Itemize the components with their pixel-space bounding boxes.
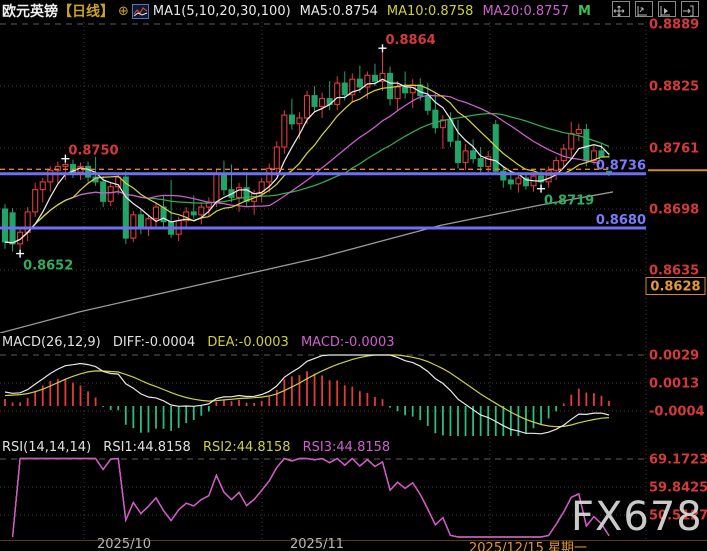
chart-toolbar — [612, 1, 699, 21]
svg-text:0.0029: 0.0029 — [649, 349, 699, 364]
exit-fullscreen-icon[interactable] — [681, 1, 699, 17]
rsi-panel-header: RSI(14,14,14) RSI1:44.8158 RSI2:44.8158 … — [2, 440, 390, 455]
macd-histogram — [5, 371, 609, 436]
svg-text:69.1723: 69.1723 — [649, 453, 707, 468]
svg-text:0.8628: 0.8628 — [650, 280, 700, 295]
pan-move-icon[interactable] — [612, 1, 630, 17]
trading-chart-app: 0.88890.88250.87610.86980.86350.00290.00… — [0, 0, 707, 551]
chart-header: 欧元英镑 【日线】 ⊕ MA1(5,10,20,30,100) MA5:0.87… — [0, 0, 707, 22]
svg-text:0.8635: 0.8635 — [649, 264, 699, 279]
x-axis-label-oct: 2025/10 — [97, 537, 151, 551]
ma30-value-label: M — [578, 4, 591, 19]
svg-text:0.8698: 0.8698 — [649, 203, 699, 218]
period-label: 【日线】 — [58, 1, 114, 21]
price-markers: 0.8750 0.8864 0.8652 0.8719 — [16, 33, 594, 273]
svg-text:0.8652: 0.8652 — [23, 259, 73, 274]
svg-text:0.8680: 0.8680 — [596, 213, 646, 228]
axis-labels: 0.88890.88250.87610.86980.86350.00290.00… — [649, 18, 707, 524]
ma20-value-label: MA20:0.8757 — [482, 4, 569, 19]
playback-chart-icon[interactable] — [658, 1, 676, 17]
chart-canvas[interactable]: 0.88890.88250.87610.86980.86350.00290.00… — [0, 0, 707, 551]
ma5-value-label: MA5:0.8754 — [300, 4, 378, 19]
gridlines — [0, 22, 707, 541]
rsi3-label: RSI3:44.8158 — [303, 440, 391, 455]
macd-diff-label: DIFF:-0.0004 — [113, 335, 195, 350]
x-axis-label-nov: 2025/11 — [290, 537, 344, 551]
x-axis-label-current-date: 2025/12/15 星期一 — [469, 537, 587, 551]
chart-type-icon[interactable] — [132, 4, 149, 19]
symbol-title: 欧元英镑 — [2, 1, 58, 21]
svg-text:0.8864: 0.8864 — [386, 33, 436, 48]
macd-dea-label: DEA:-0.0003 — [207, 335, 288, 350]
rsi-lines — [13, 459, 609, 538]
svg-text:0.8736: 0.8736 — [596, 159, 646, 174]
ma10-value-label: MA10:0.8758 — [387, 4, 474, 19]
svg-text:0.8825: 0.8825 — [649, 79, 699, 94]
svg-text:0.8719: 0.8719 — [544, 194, 594, 209]
rsi1-label: RSI1:44.8158 — [103, 440, 191, 455]
zoom-range-icon[interactable] — [635, 1, 653, 17]
rsi-title: RSI(14,14,14) — [2, 440, 91, 455]
macd-panel-header: MACD(26,12,9) DIFF:-0.0004 DEA:-0.0003 M… — [2, 335, 395, 350]
svg-text:0.0013: 0.0013 — [649, 377, 699, 392]
svg-text:0.8750: 0.8750 — [68, 144, 118, 159]
link-target-icon[interactable]: ⊕ — [118, 4, 129, 19]
rsi2-label: RSI2:44.8158 — [203, 440, 291, 455]
ma100-line — [0, 192, 615, 333]
svg-text:0.8761: 0.8761 — [649, 141, 699, 156]
ma-settings-label: MA1(5,10,20,30,100) — [153, 4, 291, 19]
macd-macd-label: MACD:-0.0003 — [301, 335, 395, 350]
svg-text:-0.0004: -0.0004 — [649, 405, 705, 420]
fx678-watermark: FX678 — [571, 494, 703, 540]
macd-title: MACD(26,12,9) — [2, 335, 101, 350]
